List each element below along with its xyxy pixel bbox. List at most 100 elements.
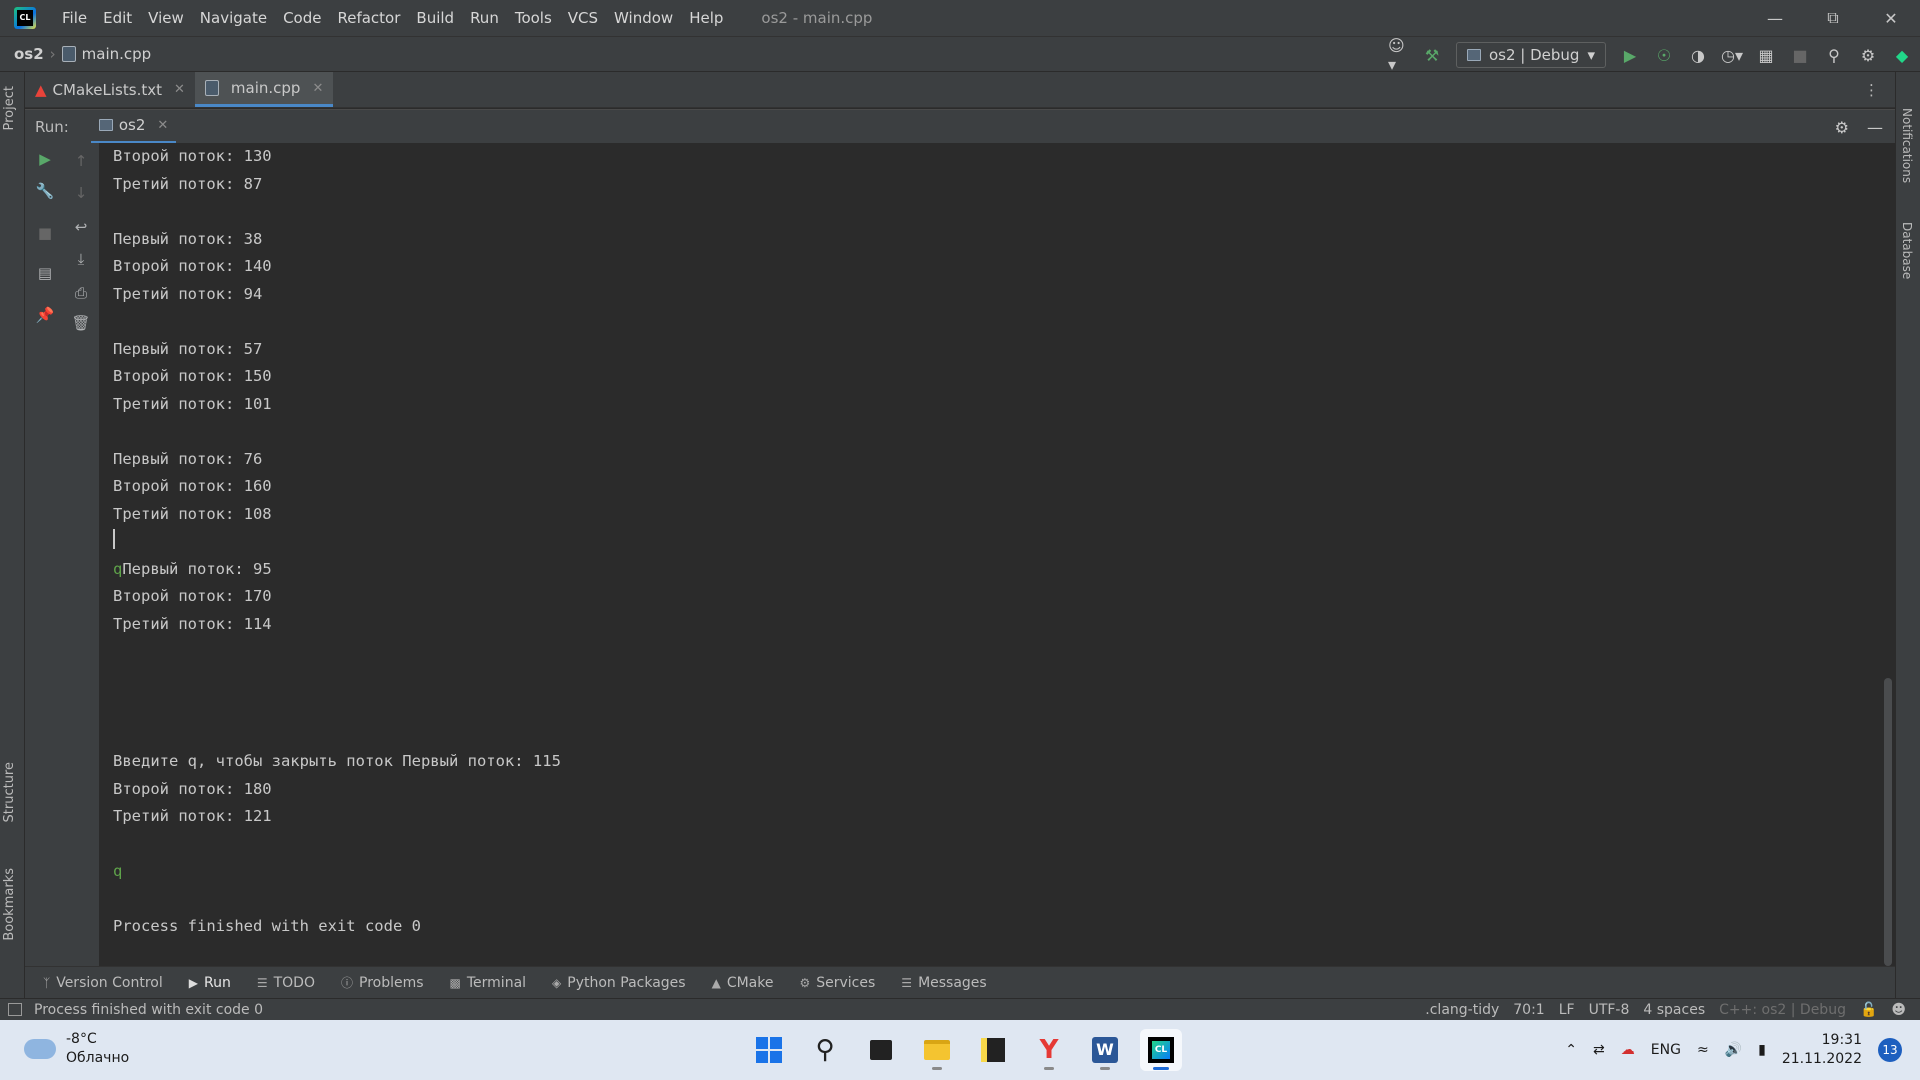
notifications-badge[interactable]: 13 <box>1878 1038 1902 1062</box>
word-app[interactable]: W <box>1084 1029 1126 1071</box>
clock[interactable]: 19:31 21.11.2022 <box>1782 1031 1862 1069</box>
task-view-button[interactable] <box>860 1029 902 1071</box>
clion-app[interactable]: CL <box>1140 1029 1182 1071</box>
menu-window[interactable]: Window <box>606 0 681 36</box>
tab-python-packages[interactable]: ◈ Python Packages <box>552 975 686 991</box>
code-with-me-icon[interactable]: ◆ <box>1892 45 1912 65</box>
stop-icon[interactable]: ■ <box>1790 45 1810 65</box>
chevron-up-icon[interactable]: ⌃ <box>1565 1042 1577 1058</box>
run-icon[interactable]: ▶ <box>1620 45 1640 65</box>
project-tool-tab[interactable]: Project <box>2 86 17 130</box>
arrow-up-icon[interactable]: ↑ <box>71 151 91 171</box>
search-icon[interactable]: ⚲ <box>1824 45 1844 65</box>
console-output[interactable]: Второй поток: 130 Третий поток: 87 Первы… <box>100 143 1880 966</box>
volume-icon[interactable]: 🔊 <box>1725 1042 1742 1058</box>
clang-tidy-widget[interactable]: .clang-tidy <box>1425 1002 1499 1018</box>
stop-icon[interactable]: ■ <box>35 223 55 243</box>
sticky-notes-app[interactable] <box>972 1029 1014 1071</box>
menu-view[interactable]: View <box>140 0 192 36</box>
structure-tool-tab[interactable]: Structure <box>2 762 17 822</box>
scroll-to-end-icon[interactable]: ⤓ <box>71 249 91 269</box>
minimize-panel-icon[interactable]: — <box>1867 118 1883 137</box>
rerun-icon[interactable]: ▶ <box>35 149 55 169</box>
weather-widget[interactable]: -8°C Облачно <box>24 1030 129 1068</box>
breadcrumb-project[interactable]: os2 <box>14 45 44 63</box>
close-icon[interactable]: ✕ <box>174 82 185 97</box>
cloud-error-icon[interactable]: ☁ <box>1621 1042 1635 1058</box>
search-button[interactable]: ⚲ <box>804 1029 846 1071</box>
arrow-down-icon[interactable]: ↓ <box>71 183 91 203</box>
tab-todo[interactable]: ☰ TODO <box>257 975 315 991</box>
battery-icon[interactable]: ▮ <box>1758 1042 1766 1058</box>
menu-code[interactable]: Code <box>275 0 329 36</box>
line-separator[interactable]: LF <box>1559 1002 1575 1018</box>
menu-vcs[interactable]: VCS <box>560 0 606 36</box>
indent-setting[interactable]: 4 spaces <box>1643 1002 1705 1018</box>
menu-file[interactable]: File <box>54 0 95 36</box>
wrench-icon[interactable]: 🔧 <box>35 181 55 201</box>
breadcrumb-file[interactable]: main.cpp <box>82 45 152 63</box>
yandex-browser-app[interactable]: Y <box>1028 1029 1070 1071</box>
menu-refactor[interactable]: Refactor <box>329 0 408 36</box>
attach-icon[interactable]: ▦ <box>1756 45 1776 65</box>
database-tool-tab[interactable]: Database <box>1900 222 1914 279</box>
debug-icon[interactable]: ☉ <box>1654 45 1674 65</box>
console-line: Третий поток: 87 <box>113 174 263 193</box>
build-hammer-icon[interactable]: ⚒ <box>1422 45 1442 65</box>
tab-messages[interactable]: ☰ Messages <box>901 975 986 991</box>
branch-icon: ᛉ <box>43 975 51 990</box>
profile-icon[interactable]: ◷▾ <box>1721 45 1743 65</box>
tab-main-cpp[interactable]: main.cpp ✕ <box>194 72 334 107</box>
wifi-icon[interactable]: ≈ <box>1697 1042 1709 1058</box>
tab-problems[interactable]: ⓘ Problems <box>341 974 424 991</box>
coverage-icon[interactable]: ◑ <box>1688 45 1708 65</box>
user-icon[interactable]: ☺▾ <box>1388 36 1408 74</box>
toggle-tool-windows-icon[interactable] <box>8 1003 22 1016</box>
bookmarks-tool-tab[interactable]: Bookmarks <box>2 868 17 941</box>
menu-edit[interactable]: Edit <box>95 0 140 36</box>
run-tab-os2[interactable]: os2 ✕ <box>90 110 177 144</box>
menu-tools[interactable]: Tools <box>507 0 560 36</box>
soft-wrap-icon[interactable]: ↩ <box>71 217 91 237</box>
tab-version-control[interactable]: ᛉ Version Control <box>43 975 163 991</box>
clion-logo-icon[interactable]: CL <box>14 7 36 29</box>
console-line: qПервый поток: 95 <box>113 556 1880 584</box>
start-button[interactable] <box>748 1029 790 1071</box>
language-indicator[interactable]: ENG <box>1651 1042 1681 1058</box>
menu-run[interactable]: Run <box>462 0 507 36</box>
close-icon[interactable]: ✕ <box>157 118 168 133</box>
status-message[interactable]: Process finished with exit code 0 <box>34 1002 263 1018</box>
menu-navigate[interactable]: Navigate <box>192 0 275 36</box>
caret-position[interactable]: 70:1 <box>1513 1002 1544 1018</box>
close-icon[interactable]: ✕ <box>312 81 323 96</box>
menu-help[interactable]: Help <box>681 0 731 36</box>
resolve-context[interactable]: C++: os2 | Debug <box>1719 1002 1846 1018</box>
menu-build[interactable]: Build <box>408 0 462 36</box>
inspection-icon[interactable]: ☻ <box>1891 1002 1906 1018</box>
gear-icon[interactable]: ⚙ <box>1858 45 1878 65</box>
tab-cmakelists[interactable]: ▲ CMakeLists.txt ✕ <box>25 72 195 107</box>
tab-run[interactable]: ▶ Run <box>189 975 231 991</box>
network-switch-icon[interactable]: ⇄ <box>1593 1042 1605 1058</box>
file-explorer-app[interactable] <box>916 1029 958 1071</box>
main-menu: File Edit View Navigate Code Refactor Bu… <box>54 0 731 36</box>
tab-terminal[interactable]: ▩ Terminal <box>450 975 527 991</box>
gear-icon[interactable]: ⚙ <box>1835 118 1849 137</box>
print-icon[interactable]: ⎙ <box>71 283 91 303</box>
more-tabs-icon[interactable]: ⋮ <box>1864 72 1895 107</box>
notifications-tool-tab[interactable]: Notifications <box>1900 108 1914 183</box>
minimize-icon[interactable]: — <box>1746 0 1804 36</box>
lock-icon[interactable]: 🔓 <box>1860 1002 1877 1018</box>
tab-services[interactable]: ⚙ Services <box>799 975 875 991</box>
pin-icon[interactable]: 📌 <box>35 305 55 325</box>
console-scrollbar[interactable] <box>1884 678 1892 966</box>
close-icon[interactable]: ✕ <box>1862 0 1920 36</box>
restore-icon[interactable]: ⧉ <box>1804 0 1862 36</box>
layout-icon[interactable]: ▤ <box>35 263 55 283</box>
trash-icon[interactable]: 🗑 <box>71 313 91 333</box>
run-configuration-select[interactable]: os2 | Debug ▾ <box>1456 42 1606 68</box>
tab-cmake[interactable]: ▲ CMake <box>712 975 774 991</box>
file-encoding[interactable]: UTF-8 <box>1589 1002 1630 1018</box>
